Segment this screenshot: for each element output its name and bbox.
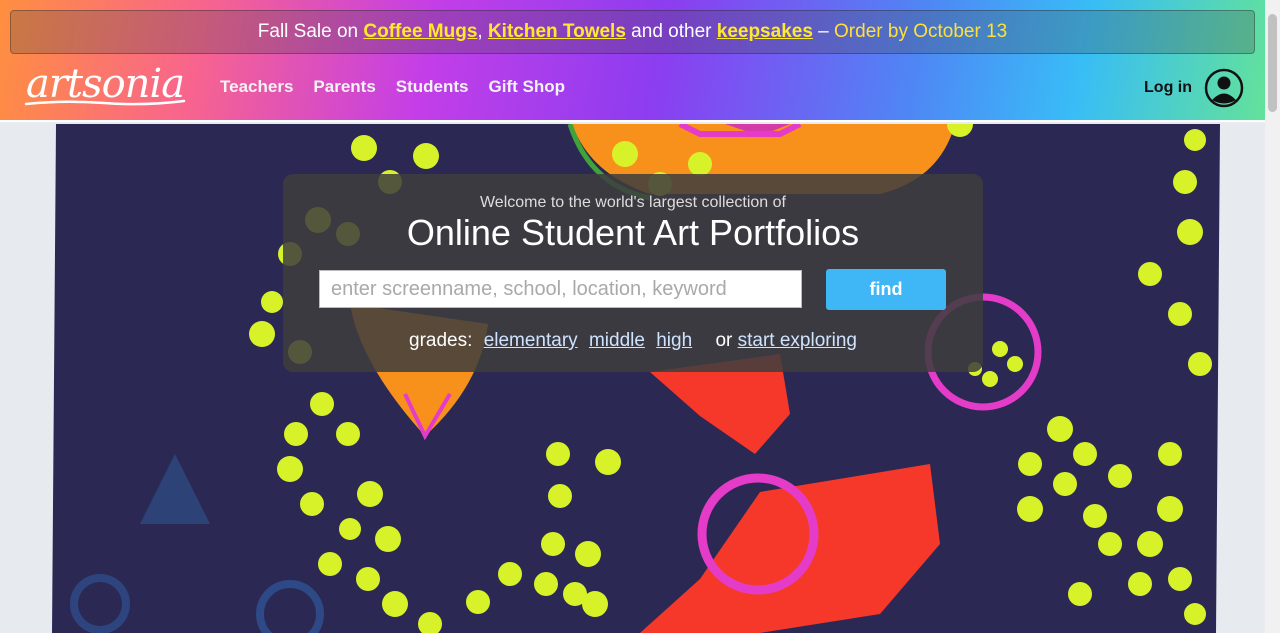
find-button[interactable]: find	[826, 269, 946, 310]
promo-comma: ,	[477, 21, 483, 42]
or-text: or	[715, 330, 733, 351]
grades-label: grades:	[409, 330, 473, 351]
nav-gift-shop[interactable]: Gift Shop	[489, 76, 565, 98]
promo-link-coffee-mugs[interactable]: Coffee Mugs	[363, 21, 477, 42]
nav-parents[interactable]: Parents	[313, 76, 375, 98]
promo-prefix: Fall Sale on	[257, 21, 364, 42]
main-nav: Teachers Parents Students Gift Shop	[220, 76, 565, 98]
promo-link-kitchen-towels[interactable]: Kitchen Towels	[488, 21, 626, 42]
promo-link-keepsakes[interactable]: keepsakes	[717, 21, 813, 42]
promo-dash: –	[812, 21, 835, 42]
page-title: Online Student Art Portfolios	[406, 212, 860, 253]
grade-link-middle[interactable]: middle	[589, 330, 645, 351]
login-label[interactable]: Log in	[1144, 79, 1192, 97]
login-area[interactable]: Log in	[1144, 68, 1244, 108]
promo-banner: Fall Sale on Coffee Mugs, Kitchen Towels…	[10, 10, 1255, 54]
site-header: Fall Sale on Coffee Mugs, Kitchen Towels…	[0, 0, 1265, 122]
promo-middle: and other	[625, 21, 717, 42]
logo-brush-underline	[24, 99, 186, 106]
promo-deadline: Order by October 13	[834, 21, 1008, 42]
artsonia-logo[interactable]: artsonia	[24, 62, 186, 112]
welcome-text: Welcome to the world's largest collectio…	[479, 194, 786, 211]
start-exploring-link[interactable]: start exploring	[738, 330, 857, 351]
grades-row: grades: elementary middle high or start …	[283, 330, 983, 352]
page-scrollbar[interactable]	[1265, 0, 1280, 633]
grade-link-elementary[interactable]: elementary	[484, 330, 578, 351]
search-input[interactable]	[319, 270, 802, 308]
nav-teachers[interactable]: Teachers	[220, 76, 293, 98]
scrollbar-thumb[interactable]	[1268, 14, 1277, 112]
grade-link-high[interactable]: high	[656, 330, 692, 351]
user-circle-icon[interactable]	[1204, 68, 1244, 108]
search-panel: Welcome to the world's largest collectio…	[283, 174, 983, 372]
nav-students[interactable]: Students	[396, 76, 469, 98]
